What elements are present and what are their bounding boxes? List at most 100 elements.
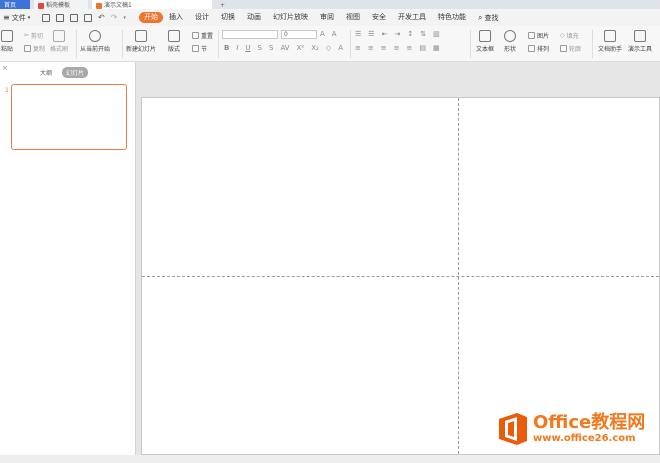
print-preview-icon[interactable] bbox=[84, 13, 92, 22]
redo-icon[interactable]: ↷ bbox=[111, 13, 118, 22]
new-slide-button[interactable]: 新建幻灯片 bbox=[126, 30, 156, 53]
tab-developer[interactable]: 开发工具 bbox=[392, 12, 432, 23]
fill-button[interactable]: ◇ 填充 bbox=[560, 31, 579, 40]
format-painter-label: 格式刷 bbox=[50, 46, 69, 53]
outline-button[interactable]: 轮廓 bbox=[560, 44, 581, 53]
shape-button[interactable]: 形状 bbox=[504, 30, 516, 53]
align-left-icon[interactable]: ≡ bbox=[355, 44, 361, 52]
decrease-font-icon[interactable]: A bbox=[332, 30, 337, 38]
tab-slides[interactable]: 幻灯片 bbox=[62, 66, 89, 78]
tab-presentation-label: 演示文稿1 bbox=[104, 2, 132, 9]
picture-button[interactable]: 图片 bbox=[528, 31, 549, 40]
clear-format-icon[interactable]: ◇ bbox=[326, 44, 331, 52]
textbox-icon bbox=[479, 30, 491, 42]
divider bbox=[122, 30, 123, 58]
undo-icon[interactable]: ↶ bbox=[98, 13, 105, 22]
panel-tabs: 大纲 幻灯片 bbox=[0, 66, 136, 78]
tab-home-label: 首页 bbox=[4, 2, 17, 9]
cut-button[interactable]: ✂ 剪切 bbox=[24, 31, 43, 40]
text-direction-icon[interactable]: ⇅ bbox=[420, 30, 426, 38]
section-label: 节 bbox=[201, 46, 208, 53]
tab-start[interactable]: 开始 bbox=[139, 12, 163, 23]
new-tab-button[interactable]: + bbox=[216, 0, 228, 9]
copy-button[interactable]: 复制 bbox=[24, 44, 45, 53]
save-icon[interactable] bbox=[42, 13, 50, 22]
reset-button[interactable]: 重置 bbox=[192, 31, 213, 40]
font-size-adjust: A A bbox=[320, 30, 337, 38]
tab-animation[interactable]: 动画 bbox=[241, 12, 267, 23]
from-current-slide-button[interactable]: 从当前开始 bbox=[80, 30, 110, 53]
shape-label: 形状 bbox=[504, 46, 517, 53]
format-painter-button[interactable]: 格式刷 bbox=[50, 30, 68, 53]
outline-icon bbox=[560, 45, 567, 52]
slide-canvas[interactable] bbox=[141, 97, 660, 455]
smartart-icon[interactable]: ▦ bbox=[433, 44, 440, 52]
font-family-select[interactable] bbox=[222, 30, 278, 39]
char-spacing-icon[interactable]: AV bbox=[280, 44, 289, 52]
strikethrough-icon[interactable]: S bbox=[258, 44, 262, 52]
subscript-icon[interactable]: X₂ bbox=[311, 44, 319, 52]
new-tab-plus: + bbox=[220, 2, 226, 9]
search-button[interactable]: ⌕ 查找 bbox=[478, 13, 498, 23]
align-text-icon[interactable]: ▤ bbox=[419, 44, 426, 52]
copy-label: 复制 bbox=[33, 46, 46, 53]
tab-design[interactable]: 设计 bbox=[189, 12, 215, 23]
font-size-select[interactable]: 0 bbox=[281, 30, 317, 39]
bullet-list-icon[interactable]: ☰ bbox=[355, 30, 361, 38]
decrease-indent-icon[interactable]: ⇤ bbox=[382, 30, 388, 38]
slide-thumbnail[interactable] bbox=[11, 84, 127, 150]
tab-home[interactable]: 首页 bbox=[0, 0, 30, 9]
tab-features[interactable]: 特色功能 bbox=[432, 12, 472, 23]
align-right-icon[interactable]: ≡ bbox=[381, 44, 387, 52]
tab-security[interactable]: 安全 bbox=[366, 12, 392, 23]
tab-transition[interactable]: 切换 bbox=[215, 12, 241, 23]
tab-view[interactable]: 视图 bbox=[340, 12, 366, 23]
superscript-icon[interactable]: X² bbox=[297, 44, 305, 52]
font-color-icon[interactable]: A bbox=[338, 44, 343, 52]
section-button[interactable]: 节 bbox=[192, 44, 207, 53]
app-window: 首页 稻壳模板 演示文稿1 + ≡ 文件 ▾ ↶ ↷ ▾ 开始 插入 设计 切换… bbox=[0, 0, 660, 463]
arrange-button[interactable]: 排列 bbox=[528, 44, 549, 53]
copy-icon bbox=[24, 45, 31, 52]
customize-chevron-icon[interactable]: ▾ bbox=[123, 15, 126, 21]
bold-icon[interactable]: B bbox=[224, 44, 229, 52]
search-label: 查找 bbox=[484, 13, 499, 22]
shadow-icon[interactable]: S bbox=[269, 44, 273, 52]
textbox-label: 文本框 bbox=[476, 46, 495, 53]
textbox-button[interactable]: 文本框 bbox=[476, 30, 494, 53]
file-menu-button[interactable]: ≡ 文件 ▾ bbox=[0, 13, 38, 23]
paragraph-row-2: ≡ ≡ ≡ ≡ ≡ ▤ ▦ bbox=[355, 44, 440, 52]
doc-assistant-button[interactable]: 文档助手 bbox=[598, 30, 622, 53]
tab-docer-templates[interactable]: 稻壳模板 bbox=[34, 0, 88, 9]
slides-panel: × 大纲 幻灯片 1 bbox=[0, 62, 136, 463]
horizontal-guide[interactable] bbox=[142, 276, 659, 277]
line-spacing-icon[interactable]: ↕ bbox=[407, 30, 413, 38]
document-tab-bar: 首页 稻壳模板 演示文稿1 + bbox=[0, 0, 660, 9]
arrange-label: 排列 bbox=[537, 46, 550, 53]
outline-label: 轮廓 bbox=[569, 46, 582, 53]
underline-icon[interactable]: U bbox=[245, 44, 250, 52]
tab-slideshow[interactable]: 幻灯片放映 bbox=[267, 12, 314, 23]
tab-insert[interactable]: 插入 bbox=[163, 12, 189, 23]
tab-presentation1[interactable]: 演示文稿1 bbox=[92, 0, 212, 9]
paste-button[interactable]: 粘贴 bbox=[1, 30, 13, 53]
print-icon[interactable] bbox=[70, 13, 78, 22]
slide-number: 1 bbox=[5, 87, 9, 94]
present-tools-button[interactable]: 演示工具 bbox=[628, 30, 652, 53]
tab-outline[interactable]: 大纲 bbox=[40, 68, 52, 77]
export-pdf-icon[interactable] bbox=[56, 13, 64, 22]
tab-docer-label: 稻壳模板 bbox=[46, 2, 71, 9]
layout-button[interactable]: 版式 bbox=[168, 30, 180, 53]
paste-label: 粘贴 bbox=[1, 46, 14, 53]
distribute-icon[interactable]: ≡ bbox=[407, 44, 413, 52]
ribbon-tabs: 开始 插入 设计 切换 动画 幻灯片放映 审阅 视图 安全 开发工具 特色功能 … bbox=[139, 12, 498, 23]
increase-font-icon[interactable]: A bbox=[320, 30, 325, 38]
menu-bar: ≡ 文件 ▾ ↶ ↷ ▾ 开始 插入 设计 切换 动画 幻灯片放映 审阅 视图 … bbox=[0, 9, 660, 26]
increase-indent-icon[interactable]: ⇥ bbox=[394, 30, 400, 38]
align-center-icon[interactable]: ≡ bbox=[368, 44, 374, 52]
italic-icon[interactable]: I bbox=[236, 44, 238, 52]
numbered-list-icon[interactable]: ☰ bbox=[368, 30, 374, 38]
columns-icon[interactable]: ▥ bbox=[433, 30, 440, 38]
tab-review[interactable]: 审阅 bbox=[314, 12, 340, 23]
justify-icon[interactable]: ≡ bbox=[394, 44, 400, 52]
